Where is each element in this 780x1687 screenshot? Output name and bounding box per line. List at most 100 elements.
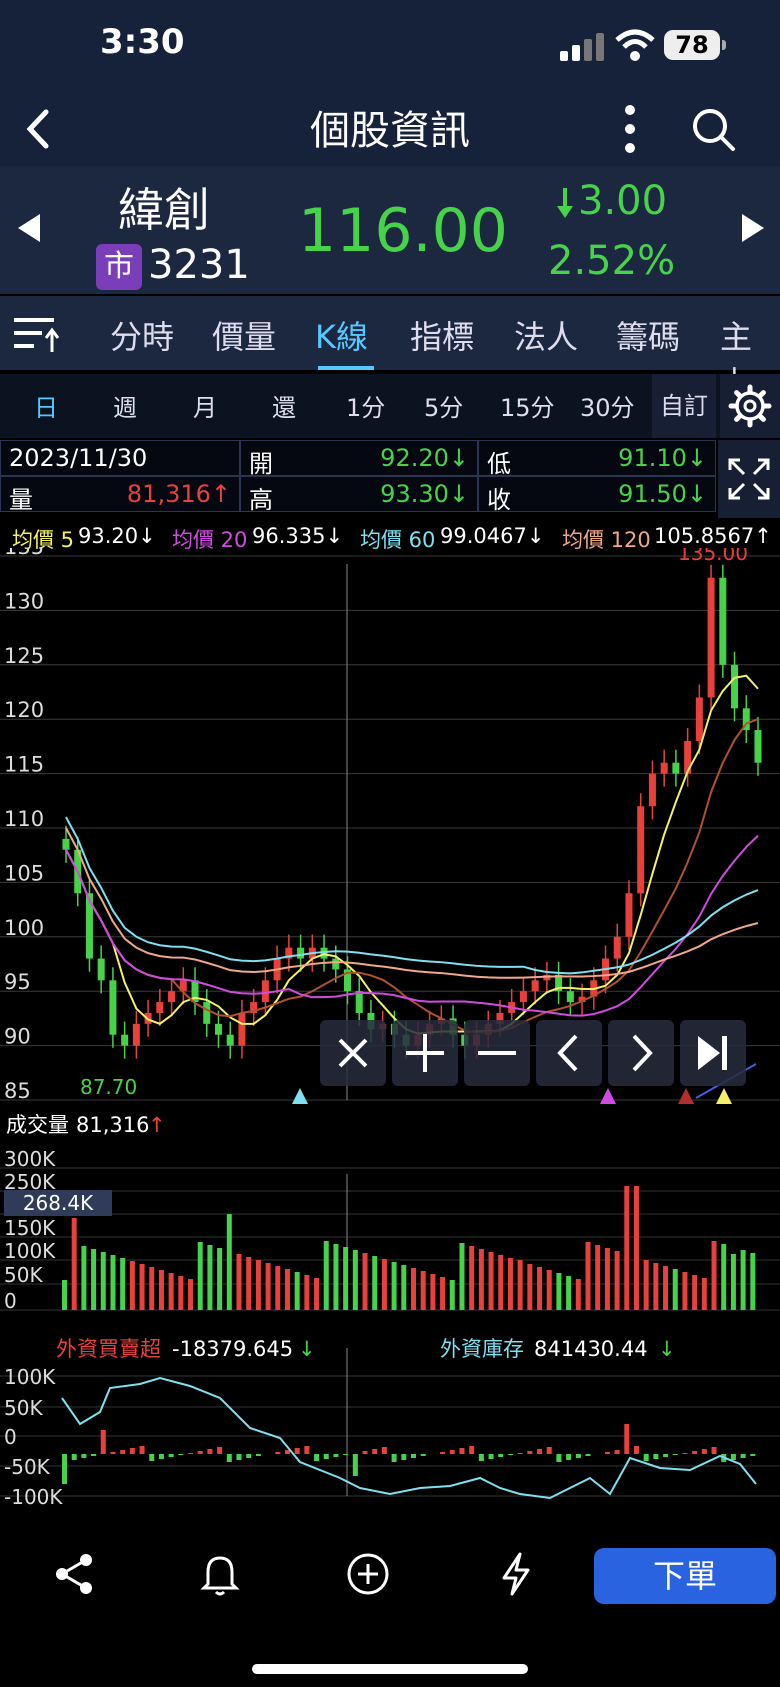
foreign-bar — [226, 1454, 232, 1462]
volume-up-arrow: ↑ — [148, 1113, 166, 1137]
candle-body — [625, 893, 633, 937]
ma20-line — [65, 834, 759, 1017]
foreign-tick-label: -50K — [4, 1455, 51, 1479]
bell-icon[interactable] — [196, 1550, 244, 1598]
volume-bar — [246, 1257, 252, 1310]
volume-tick-label: 50K — [4, 1263, 43, 1287]
foreign-bar — [498, 1454, 504, 1457]
candle-body — [214, 1023, 222, 1035]
period-6[interactable]: 15分 — [500, 388, 555, 423]
date-cell: 2023/11/30 — [0, 440, 240, 476]
tab-2[interactable]: K線 — [315, 312, 368, 358]
volume-bar — [488, 1252, 494, 1310]
volume-bar — [401, 1265, 407, 1310]
candle-body — [297, 947, 305, 959]
chevron-right-icon[interactable] — [608, 1020, 674, 1086]
period-2[interactable]: 月 — [193, 388, 217, 423]
prev-stock-icon[interactable] — [14, 210, 44, 246]
foreign-bar — [711, 1447, 717, 1454]
volume-bar — [604, 1248, 610, 1310]
open-cell: 開 92.20↓ — [240, 440, 478, 478]
volume-bar — [352, 1250, 358, 1310]
volume-bar — [411, 1268, 416, 1310]
candle-body — [332, 958, 340, 970]
min-price-label: 87.70 — [80, 1075, 137, 1099]
chevron-left-icon[interactable] — [536, 1020, 602, 1086]
foreign-bar — [120, 1450, 126, 1454]
tab-0[interactable]: 分時 — [110, 312, 174, 358]
tab-5[interactable]: 籌碼 — [616, 312, 680, 358]
candle-body — [203, 1002, 211, 1024]
lightning-icon[interactable] — [492, 1550, 540, 1598]
gear-icon[interactable] — [720, 374, 780, 438]
skip-to-end-icon[interactable] — [680, 1020, 746, 1086]
tab-1[interactable]: 價量 — [212, 312, 276, 358]
candle-body — [132, 1023, 140, 1046]
foreign-bar — [730, 1454, 736, 1460]
foreign-bar — [352, 1454, 358, 1476]
period-4[interactable]: 1分 — [346, 388, 385, 423]
x-tick-label: 01/09 — [530, 1505, 588, 1508]
custom-period-button[interactable]: 自訂 — [652, 374, 716, 438]
period-1[interactable]: 週 — [113, 388, 137, 423]
foreign-bar — [478, 1454, 484, 1461]
bottom-bar: 下單 — [0, 1516, 780, 1687]
home-indicator — [252, 1664, 528, 1674]
more-icon[interactable] — [618, 102, 642, 156]
zoom-in-icon[interactable] — [392, 1020, 458, 1086]
marker-triangle — [716, 1088, 732, 1104]
search-icon[interactable] — [688, 104, 738, 154]
foreign-bar — [323, 1454, 329, 1459]
ma-legend: 均價 5 93.20↓ 均價 20 96.335↓ 均價 60 99.0467↓… — [0, 522, 780, 552]
volume-value-label: 81,316 — [76, 1113, 149, 1137]
ma60-line — [65, 816, 759, 975]
volume-bar — [566, 1276, 572, 1310]
period-5[interactable]: 5分 — [424, 388, 463, 423]
next-stock-icon[interactable] — [738, 210, 768, 246]
foreign-bar — [197, 1451, 203, 1454]
price-tick-label: 130 — [4, 589, 44, 613]
period-3[interactable]: 還 — [272, 388, 296, 423]
tab-4[interactable]: 法人 — [514, 312, 578, 358]
close-icon[interactable] — [320, 1020, 386, 1086]
volume-bar — [730, 1254, 736, 1310]
order-button[interactable]: 下單 — [594, 1548, 776, 1604]
volume-bar — [430, 1274, 436, 1310]
sort-menu-icon[interactable] — [14, 314, 60, 354]
period-7[interactable]: 30分 — [580, 388, 635, 423]
signal-icon — [560, 33, 604, 61]
tab-3[interactable]: 指標 — [410, 312, 474, 358]
volume-bar — [207, 1245, 213, 1310]
low-value: 91.10↓ — [618, 444, 707, 472]
foreign-bar — [362, 1451, 368, 1454]
candle-body — [97, 958, 105, 981]
close-label: 收 — [487, 486, 511, 514]
expand-icon[interactable] — [718, 440, 780, 518]
volume-bar — [517, 1260, 523, 1310]
candle-body — [109, 980, 117, 1035]
page-title: 個股資訊 — [310, 108, 470, 154]
volume-bar — [333, 1244, 339, 1310]
foreign-bar — [236, 1454, 242, 1460]
x-tick-label: 12/01 — [330, 1505, 388, 1508]
price-tick-label: 95 — [4, 970, 31, 994]
foreign-bar — [372, 1449, 378, 1454]
foreign-bar — [663, 1454, 669, 1457]
foreign-bar — [411, 1454, 416, 1458]
low-label: 低 — [487, 450, 511, 478]
volume-bar — [740, 1250, 746, 1310]
high-value: 93.30↓ — [380, 480, 469, 508]
volume-bar — [750, 1253, 756, 1310]
volume-bar — [381, 1259, 387, 1310]
price-tick-label: 100 — [4, 916, 44, 940]
volume-bar — [653, 1263, 659, 1310]
foreign-stock-line — [61, 1376, 757, 1500]
add-icon[interactable] — [344, 1550, 392, 1598]
volume-bar — [265, 1263, 271, 1310]
share-icon[interactable] — [50, 1550, 98, 1598]
candle-body — [660, 762, 668, 774]
stock-code: 3231 — [148, 242, 250, 288]
zoom-out-icon[interactable] — [464, 1020, 530, 1086]
max-price-label: 135.00 — [678, 548, 748, 565]
period-0[interactable]: 日 — [34, 388, 58, 423]
